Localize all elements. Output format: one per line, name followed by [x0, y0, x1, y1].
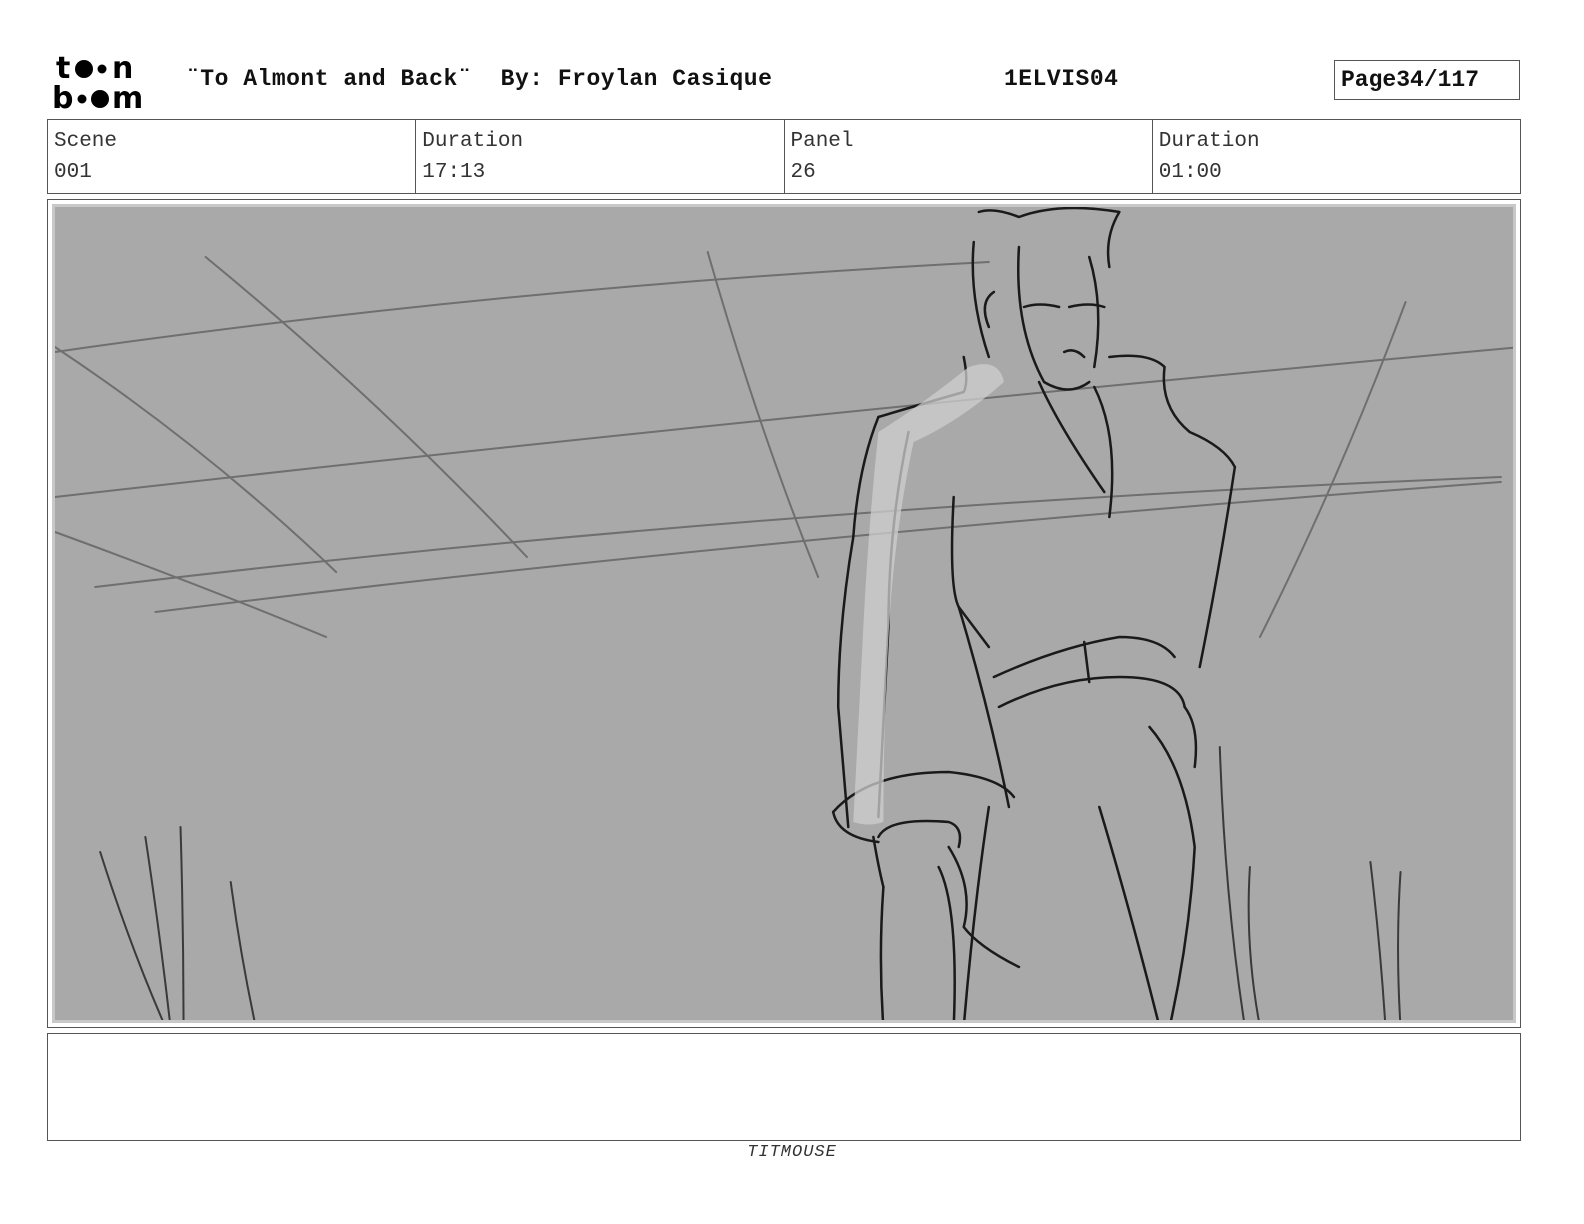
scene-label: Scene: [54, 130, 118, 153]
character-sketch: [831, 207, 1237, 1020]
scene-cell: Scene 001: [48, 120, 417, 193]
svg-text:m: m: [112, 81, 143, 112]
scene-duration-label: Duration: [422, 130, 524, 153]
shirt-highlight: [853, 364, 1004, 825]
scene-value: 001: [54, 161, 92, 184]
toon-boom-logo: t n b m: [52, 50, 164, 112]
panel-duration-cell: Duration 01:00: [1153, 120, 1520, 193]
page-number: 34/117: [1396, 67, 1480, 93]
page-label: Page: [1341, 67, 1397, 93]
panel-duration-value: 01:00: [1158, 161, 1222, 184]
storyboard-panel: [47, 199, 1521, 1028]
panel-duration-label: Duration: [1158, 130, 1260, 153]
panel-value: 26: [790, 161, 816, 184]
page-indicator: Page 34/117: [1334, 60, 1520, 100]
panel-info-row: Scene 001 Duration 17:13 Panel 26 Durati…: [47, 119, 1521, 194]
svg-text:b: b: [52, 81, 73, 112]
studio-footer: TITMOUSE: [747, 1143, 837, 1162]
grass-strokes: [99, 746, 1402, 1020]
panel-label: Panel: [790, 130, 854, 153]
panel-sketch: [55, 207, 1513, 1020]
scene-duration-cell: Duration 17:13: [416, 120, 785, 193]
ceiling-lines: [55, 251, 1513, 638]
panel-cell: Panel 26: [785, 120, 1153, 193]
scene-duration-value: 17:13: [422, 161, 486, 184]
production-code: 1ELVIS04: [1004, 66, 1119, 92]
storyboard-title: ¨To Almont and Back¨ By: Froylan Casique: [186, 66, 773, 92]
toon-boom-logo-icon: t n b m: [52, 51, 143, 112]
panel-drawing-area: [52, 204, 1516, 1023]
panel-notes-box[interactable]: [47, 1033, 1521, 1141]
